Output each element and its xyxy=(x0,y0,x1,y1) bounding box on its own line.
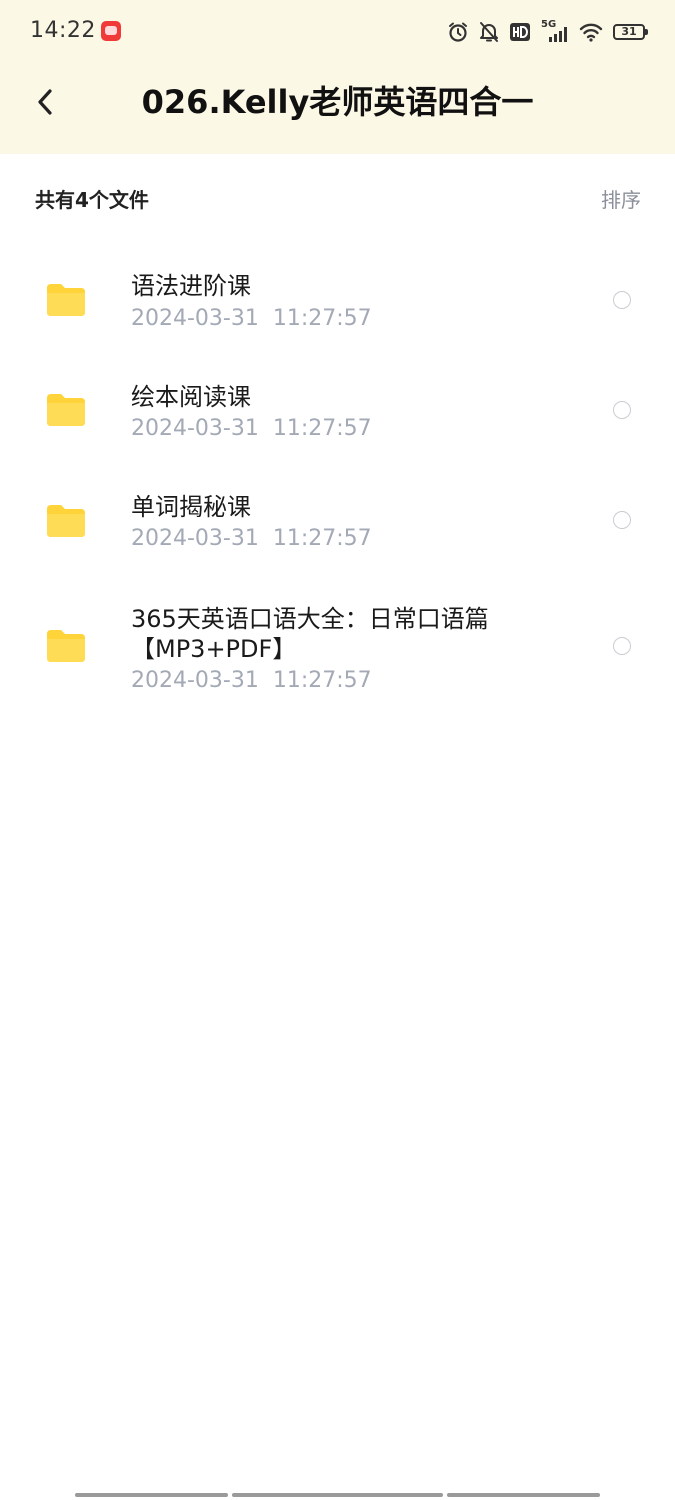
app-notification-icon xyxy=(101,21,121,41)
file-item-spoken-english[interactable]: 365天英语口语大全：日常口语篇【MP3+PDF】 2024-03-31 11:… xyxy=(0,576,675,726)
bottom-bar-center xyxy=(232,1493,443,1497)
select-radio[interactable] xyxy=(613,291,631,309)
status-bar: 14:22 5G 31 xyxy=(0,0,675,64)
back-button[interactable] xyxy=(24,80,68,124)
file-item-vocabulary[interactable]: 单词揭秘课 2024-03-31 11:27:57 xyxy=(0,466,675,576)
select-radio[interactable] xyxy=(613,401,631,419)
status-time: 14:22 xyxy=(30,18,96,43)
file-name: 语法进阶课 xyxy=(131,272,251,300)
file-item-grammar[interactable]: 语法进阶课 2024-03-31 11:27:57 xyxy=(0,245,675,355)
file-date: 2024-03-31 11:27:57 xyxy=(131,416,372,441)
file-name: 绘本阅读课 xyxy=(131,383,251,411)
file-date: 2024-03-31 11:27:57 xyxy=(131,668,372,693)
file-name: 365天英语口语大全：日常口语篇【MP3+PDF】 xyxy=(131,605,489,663)
battery-icon: 31 xyxy=(613,24,648,40)
folder-icon xyxy=(47,284,85,316)
bottom-navigation-bars xyxy=(0,1493,675,1498)
alarm-icon xyxy=(449,22,467,42)
bell-off-icon xyxy=(480,22,498,42)
file-name: 单词揭秘课 xyxy=(131,493,251,521)
select-radio[interactable] xyxy=(613,637,631,655)
select-radio[interactable] xyxy=(613,511,631,529)
folder-icon xyxy=(47,630,85,662)
signal-icon: 5G xyxy=(541,19,569,43)
bottom-bar-left xyxy=(75,1493,228,1497)
file-list: 语法进阶课 2024-03-31 11:27:57 绘本阅读课 2024-03-… xyxy=(0,245,675,726)
status-icons: 5G 31 xyxy=(447,19,648,44)
file-item-picture-book[interactable]: 绘本阅读课 2024-03-31 11:27:57 xyxy=(0,355,675,466)
sort-button[interactable]: 排序 xyxy=(601,184,641,213)
page-title: 026.Kelly老师英语四合一 xyxy=(141,83,534,121)
file-date: 2024-03-31 11:27:57 xyxy=(131,306,372,331)
header-area: 14:22 5G 31 026.Kelly老师英语四合一 xyxy=(0,0,675,154)
folder-icon xyxy=(47,394,85,426)
file-count-label: 共有4个文件 xyxy=(35,188,149,212)
file-date: 2024-03-31 11:27:57 xyxy=(131,526,372,551)
chevron-left-icon xyxy=(38,89,52,115)
folder-icon xyxy=(47,505,85,537)
hd-icon xyxy=(510,23,530,41)
bottom-bar-right xyxy=(447,1493,600,1497)
wifi-icon xyxy=(579,23,603,42)
